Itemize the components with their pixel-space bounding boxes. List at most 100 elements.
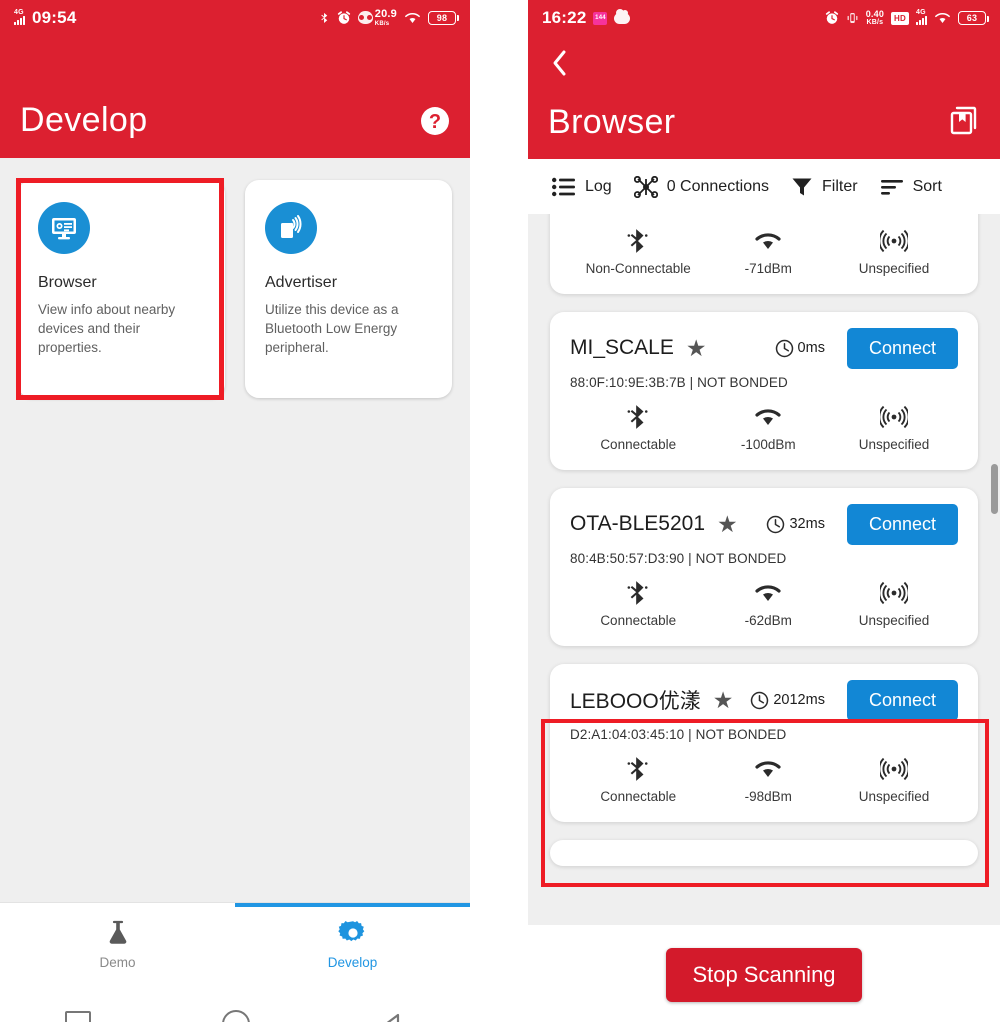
clock-icon: [751, 691, 769, 709]
nodes-icon: [633, 175, 658, 198]
triangle-back-icon[interactable]: [381, 1012, 405, 1022]
toolbar-log-label: Log: [585, 177, 612, 195]
cellular-network-icon: 4G: [14, 9, 25, 25]
right-status-bar: 16:22 144 0.40 KB/s HD 4G 63: [528, 0, 1000, 36]
stop-scanning-bar: Stop Scanning: [528, 925, 1000, 1022]
device-rssi: -100dBm: [706, 402, 830, 452]
back-button[interactable]: [548, 48, 570, 78]
cellular-network-label: 4G: [916, 9, 926, 16]
battery-indicator: 63: [958, 11, 989, 25]
left-phone-screen: 4G 09:54 20.9 KB/s 98 Develop ? Browser …: [0, 0, 470, 1022]
left-app-bar: Develop ?: [0, 36, 470, 158]
help-circle-icon: ?: [421, 107, 449, 135]
vertical-scrollbar[interactable]: [991, 464, 998, 514]
help-button[interactable]: ?: [420, 106, 450, 136]
device-properties: Connectable -98dBm Unspecified: [570, 746, 958, 804]
device-type: Unspecified: [830, 402, 958, 452]
device-type-label: Unspecified: [858, 789, 930, 804]
network-speed-indicator: 0.40 KB/s: [865, 8, 885, 27]
device-timing: 32ms: [766, 515, 825, 534]
device-connectable-label: Non-Connectable: [585, 261, 691, 276]
bluetooth-icon: [627, 578, 649, 608]
card-title: Browser: [38, 274, 97, 291]
connect-button[interactable]: Connect: [846, 503, 958, 545]
device-type-label: Unspecified: [858, 261, 930, 276]
device-name: MI_SCALE: [570, 336, 674, 359]
broadcast-icon: [880, 754, 909, 784]
toolbar-sort[interactable]: Sort: [880, 177, 942, 197]
device-connectable-label: Connectable: [600, 437, 677, 452]
signal-bars-icon: [14, 16, 25, 25]
temperature-unit: KB/s: [374, 20, 390, 27]
bluetooth-icon: [627, 402, 649, 432]
notification-badge-icon: 144: [593, 11, 608, 25]
device-type: Unspecified: [830, 578, 958, 628]
battery-indicator: 98: [428, 10, 459, 25]
favorite-star-icon[interactable]: ★: [717, 512, 738, 536]
table-row[interactable]: OTA-BLE5201 ★ 32ms Connect 80:4B:50:57:D…: [550, 488, 978, 646]
wifi-icon: [405, 13, 420, 23]
develop-card-advertiser[interactable]: Advertiser Utilize this device as a Blue…: [245, 180, 452, 398]
vibrate-icon: [847, 13, 858, 23]
wifi-icon: [753, 754, 783, 784]
device-connectable: Non-Connectable: [570, 226, 706, 276]
page-title: Develop: [20, 101, 148, 139]
funnel-icon: [792, 178, 812, 195]
wifi-icon: [753, 402, 783, 432]
signal-bars-icon: [916, 16, 927, 25]
favorite-star-icon[interactable]: ★: [713, 688, 734, 712]
circle-icon[interactable]: [221, 1010, 250, 1022]
card-description: View info about nearby devices and their…: [38, 302, 176, 356]
table-row[interactable]: [550, 840, 978, 866]
device-mac: 80:4B:50:57:D3:90 | NOT BONDED: [570, 551, 787, 566]
card-description: Utilize this device as a Bluetooth Low E…: [265, 302, 399, 356]
favorite-star-icon[interactable]: ★: [686, 336, 707, 360]
connect-button[interactable]: Connect: [846, 327, 958, 369]
gear-icon: [337, 921, 364, 942]
table-row[interactable]: MI_SCALE ★ 0ms Connect 88:0F:10:9E:3B:7B…: [550, 312, 978, 470]
sort-icon: [880, 179, 903, 195]
bluetooth-icon: [321, 13, 328, 24]
device-timing-label: 0ms: [797, 340, 825, 356]
toolbar-filter[interactable]: Filter: [791, 176, 858, 198]
wifi-icon: [935, 13, 950, 23]
square-icon[interactable]: [65, 1011, 92, 1022]
toolbar-log[interactable]: Log: [552, 177, 612, 197]
toolbar-sort-label: Sort: [912, 177, 942, 195]
toolbar-connections[interactable]: 0 Connections: [633, 175, 769, 198]
temperature-indicator: 20.9 KB/s: [357, 9, 397, 27]
connect-button[interactable]: Connect: [846, 679, 958, 721]
tab-label: Demo: [99, 955, 136, 970]
flask-icon: [109, 920, 126, 944]
bluetooth-icon: [627, 754, 649, 784]
clock-icon: [775, 339, 793, 357]
screens-gap: [470, 0, 528, 1022]
alarm-icon: [825, 11, 838, 24]
device-timing: 2012ms: [750, 691, 825, 710]
tab-develop[interactable]: Develop: [235, 903, 470, 985]
device-header: LEBOOO优漾 ★ 2012ms Connect: [570, 679, 958, 721]
device-type: Unspecified: [830, 754, 958, 804]
wifi-icon: [753, 226, 783, 256]
device-rssi-label: -100dBm: [740, 437, 796, 452]
table-row[interactable]: LEBOOO优漾 ★ 2012ms Connect D2:A1:04:03:45…: [550, 664, 978, 822]
device-rssi-label: -98dBm: [744, 789, 792, 804]
status-bar-right-group: 0.40 KB/s HD 4G 63: [825, 8, 989, 27]
right-app-bar: Browser: [528, 36, 1000, 159]
device-type: Unspecified: [830, 226, 958, 276]
stop-scanning-button[interactable]: Stop Scanning: [666, 948, 862, 1002]
device-properties: Non-Connectable -71dBm Unspecified: [570, 218, 958, 276]
bookmark-button[interactable]: [948, 105, 980, 137]
tab-demo[interactable]: Demo: [0, 903, 235, 985]
device-scroll-area[interactable]: 1C:91:9D:66:39:02 | NOT BONDED Non-Conne…: [528, 214, 1000, 925]
device-rssi: -71dBm: [706, 226, 830, 276]
develop-card-browser[interactable]: Browser View info about nearby devices a…: [18, 180, 225, 398]
device-type-label: Unspecified: [858, 613, 930, 628]
network-speed-value: 0.40: [865, 8, 885, 19]
table-row[interactable]: 1C:91:9D:66:39:02 | NOT BONDED Non-Conne…: [550, 214, 978, 294]
bottom-tab-bar: Demo Develop: [0, 902, 470, 985]
notification-badge-label: 144: [595, 15, 606, 21]
weather-blob-icon: [357, 11, 373, 25]
device-properties: Connectable -100dBm Unspecified: [570, 394, 958, 452]
status-bar-left-group: 4G 09:54: [14, 8, 76, 28]
